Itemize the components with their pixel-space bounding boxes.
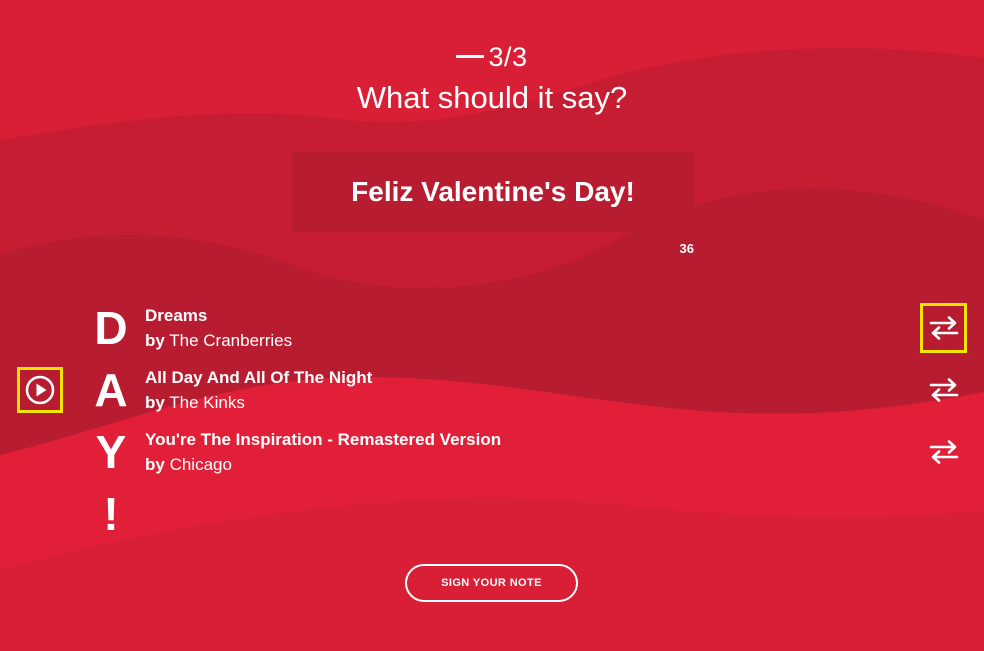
- step-dash: [456, 55, 485, 59]
- track-artist-line: by The Kinks: [145, 392, 745, 413]
- track-artist: The Kinks: [169, 393, 245, 412]
- letter: Y: [95, 426, 127, 478]
- track-title: You're The Inspiration - Remastered Vers…: [145, 430, 502, 449]
- word-letters: D A Y !: [88, 302, 134, 550]
- play-icon: [25, 375, 55, 405]
- swap-track-button[interactable]: [920, 427, 967, 477]
- track-item: You're The Inspiration - Remastered Vers…: [145, 429, 745, 491]
- character-count: 36: [679, 241, 694, 256]
- play-button[interactable]: [17, 367, 63, 413]
- page-title: What should it say?: [356, 80, 628, 115]
- track-artist-line: by Chicago: [145, 454, 745, 475]
- track-item: Dreams by The Cranberries: [145, 305, 745, 367]
- track-artist: Chicago: [169, 455, 232, 474]
- by-label: by: [145, 331, 165, 350]
- letter: D: [94, 302, 128, 354]
- swap-track-button[interactable]: [920, 365, 967, 415]
- sign-note-button[interactable]: SIGN YOUR NOTE: [405, 564, 578, 602]
- swap-icon: [929, 440, 958, 464]
- letter: !: [103, 488, 119, 540]
- note-text-field[interactable]: Feliz Valentine's Day!: [292, 151, 694, 232]
- track-list: Dreams by The Cranberries All Day And Al…: [145, 305, 745, 491]
- swap-icon: [929, 378, 958, 402]
- track-artist: The Cranberries: [169, 331, 293, 350]
- step-indicator: 3/3: [0, 42, 984, 73]
- track-artist-line: by The Cranberries: [145, 330, 745, 351]
- track-title: All Day And All Of The Night: [145, 368, 373, 387]
- swap-track-button[interactable]: [920, 303, 967, 353]
- swap-icon: [929, 316, 958, 340]
- by-label: by: [145, 455, 165, 474]
- track-title: Dreams: [145, 306, 208, 325]
- step-label: 3/3: [488, 42, 528, 72]
- by-label: by: [145, 393, 165, 412]
- track-item: All Day And All Of The Night by The Kink…: [145, 367, 745, 429]
- note-text: Feliz Valentine's Day!: [351, 175, 635, 207]
- letter: A: [94, 364, 128, 416]
